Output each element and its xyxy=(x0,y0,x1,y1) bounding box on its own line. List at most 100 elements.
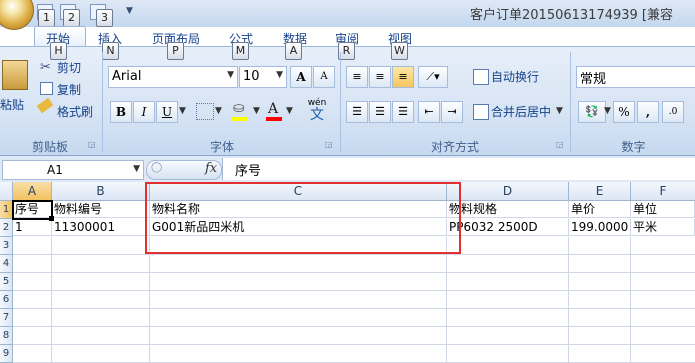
format-painter-button[interactable]: 格式刷 xyxy=(57,103,93,120)
column-header-d[interactable]: D xyxy=(447,182,569,201)
phonetic-button[interactable]: wén 文 xyxy=(302,98,332,124)
number-format-value: 常规 xyxy=(580,72,607,87)
align-right-icon[interactable]: ☰ xyxy=(392,101,414,123)
table-cell[interactable]: 1 xyxy=(13,219,52,236)
paste-button[interactable]: 粘贴 xyxy=(0,96,24,113)
empty-cells[interactable] xyxy=(13,237,695,363)
name-box-value: A1 xyxy=(47,163,63,177)
font-group-label: 字体 xyxy=(209,140,234,154)
keytip-home: H xyxy=(50,42,67,60)
font-size-value: 10 xyxy=(243,69,260,84)
chevron-down-icon[interactable]: ▼ xyxy=(179,106,186,116)
align-center-icon[interactable]: ☰ xyxy=(369,101,391,123)
chevron-down-icon[interactable]: ▼ xyxy=(276,70,283,80)
table-cell[interactable]: 11300001 xyxy=(52,219,150,236)
table-cell[interactable]: 平米 xyxy=(631,219,695,236)
scissors-icon: ✂ xyxy=(40,60,51,75)
number-format-combo[interactable]: 常规 xyxy=(576,66,695,88)
fill-color-icon[interactable]: ⛀ xyxy=(233,100,245,116)
keytip-formulas: M xyxy=(232,42,249,60)
font-name-value: Arial xyxy=(112,69,142,84)
increase-decimal-icon[interactable]: .0 xyxy=(662,101,684,123)
column-header-b[interactable]: B xyxy=(52,182,150,201)
font-name-combo[interactable]: Arial ▼ xyxy=(108,66,238,88)
qat-dropdown-icon[interactable]: ▼ xyxy=(126,6,133,16)
row-header[interactable]: 2 xyxy=(0,219,13,237)
circle-icon: ◯ xyxy=(151,162,163,173)
wrap-text-icon xyxy=(473,69,489,85)
alignment-launcher-icon[interactable]: ◲ xyxy=(556,140,564,149)
align-bottom-icon[interactable]: ≡ xyxy=(392,66,414,88)
chevron-down-icon[interactable]: ▼ xyxy=(215,106,222,116)
font-launcher-icon[interactable]: ◲ xyxy=(325,140,333,149)
align-left-icon[interactable]: ☰ xyxy=(346,101,368,123)
row-header[interactable]: 9 xyxy=(0,345,13,363)
italic-button[interactable]: I xyxy=(133,101,155,123)
fill-handle[interactable] xyxy=(49,216,54,221)
vertical-align-row: ≡ ≡ ≡ ⟋▾ xyxy=(346,66,466,88)
chevron-down-icon[interactable]: ▼ xyxy=(604,106,611,116)
align-middle-icon[interactable]: ≡ xyxy=(369,66,391,88)
column-header-a[interactable]: A xyxy=(13,182,52,201)
table-cell[interactable]: 物料编号 xyxy=(52,201,150,218)
chevron-down-icon[interactable]: ▼ xyxy=(133,164,140,174)
clipboard-group-label: 剪贴板 xyxy=(31,140,68,154)
clipboard-launcher-icon[interactable]: ◲ xyxy=(88,140,96,149)
row-header[interactable]: 8 xyxy=(0,327,13,345)
shrink-font-button[interactable]: A xyxy=(313,66,335,88)
row-header[interactable]: 7 xyxy=(0,309,13,327)
keytip-qat-2: 2 xyxy=(63,9,80,27)
font-size-combo[interactable]: 10 ▼ xyxy=(239,66,287,88)
paste-icon[interactable] xyxy=(2,60,28,90)
decrease-indent-icon[interactable]: ⇤ xyxy=(418,101,440,123)
row-header[interactable]: 4 xyxy=(0,255,13,273)
chevron-down-icon[interactable]: ▼ xyxy=(227,70,234,80)
insert-function-button[interactable]: fx xyxy=(205,161,217,176)
group-separator xyxy=(102,52,103,152)
increase-indent-icon[interactable]: ⇥ xyxy=(441,101,463,123)
font-color-icon[interactable]: A xyxy=(268,101,278,117)
column-header-f[interactable]: F xyxy=(631,182,695,201)
currency-icon[interactable]: 💱 xyxy=(578,101,606,123)
wrap-text-button[interactable]: 自动换行 xyxy=(491,68,539,85)
align-top-icon[interactable]: ≡ xyxy=(346,66,368,88)
formula-input[interactable]: 序号 xyxy=(222,158,695,180)
underline-button[interactable]: U xyxy=(156,101,178,123)
chevron-down-icon[interactable]: ▼ xyxy=(556,106,563,116)
keytip-insert: N xyxy=(102,42,119,60)
formula-content: 序号 xyxy=(235,164,262,179)
bold-button[interactable]: B xyxy=(110,101,132,123)
selected-cell xyxy=(12,200,53,220)
table-cell[interactable]: 199.0000 xyxy=(569,219,631,236)
alignment-group-label: 对齐方式 xyxy=(430,140,479,154)
row-header[interactable]: 6 xyxy=(0,291,13,309)
phonetic-char: 文 xyxy=(310,107,324,123)
table-cell[interactable]: 物料规格 xyxy=(447,201,569,218)
table-cell[interactable]: PP6032 2500D xyxy=(447,219,569,236)
merge-center-button[interactable]: 合并后居中 xyxy=(491,103,551,120)
table-cell[interactable]: 单价 xyxy=(569,201,631,218)
percent-button[interactable]: % xyxy=(613,101,635,123)
chevron-down-icon[interactable]: ▼ xyxy=(286,106,293,116)
worksheet-grid[interactable]: A B C D E F 1 2 3 4 5 6 7 8 9 序号 物料编号 物料… xyxy=(0,182,695,363)
keytip-view: W xyxy=(391,42,408,60)
keytip-data: A xyxy=(285,42,302,60)
comma-button[interactable]: , xyxy=(637,101,659,123)
chevron-down-icon[interactable]: ▼ xyxy=(253,106,260,116)
select-all-corner[interactable] xyxy=(0,182,13,201)
grow-font-button[interactable]: A xyxy=(290,66,312,88)
copy-button[interactable]: 复制 xyxy=(57,81,81,98)
fill-color-bar xyxy=(232,117,248,121)
column-header-e[interactable]: E xyxy=(569,182,631,201)
name-box[interactable]: A1 ▼ xyxy=(2,160,144,180)
font-color-bar xyxy=(266,117,282,121)
row-header[interactable]: 5 xyxy=(0,273,13,291)
cut-button[interactable]: 剪切 xyxy=(57,59,81,76)
group-separator xyxy=(340,52,341,152)
copy-icon xyxy=(40,82,53,95)
merge-center-icon xyxy=(473,104,489,120)
row-header[interactable]: 3 xyxy=(0,237,13,255)
borders-icon[interactable] xyxy=(196,103,214,120)
orientation-icon[interactable]: ⟋▾ xyxy=(418,66,448,88)
table-cell[interactable]: 单位 xyxy=(631,201,695,218)
